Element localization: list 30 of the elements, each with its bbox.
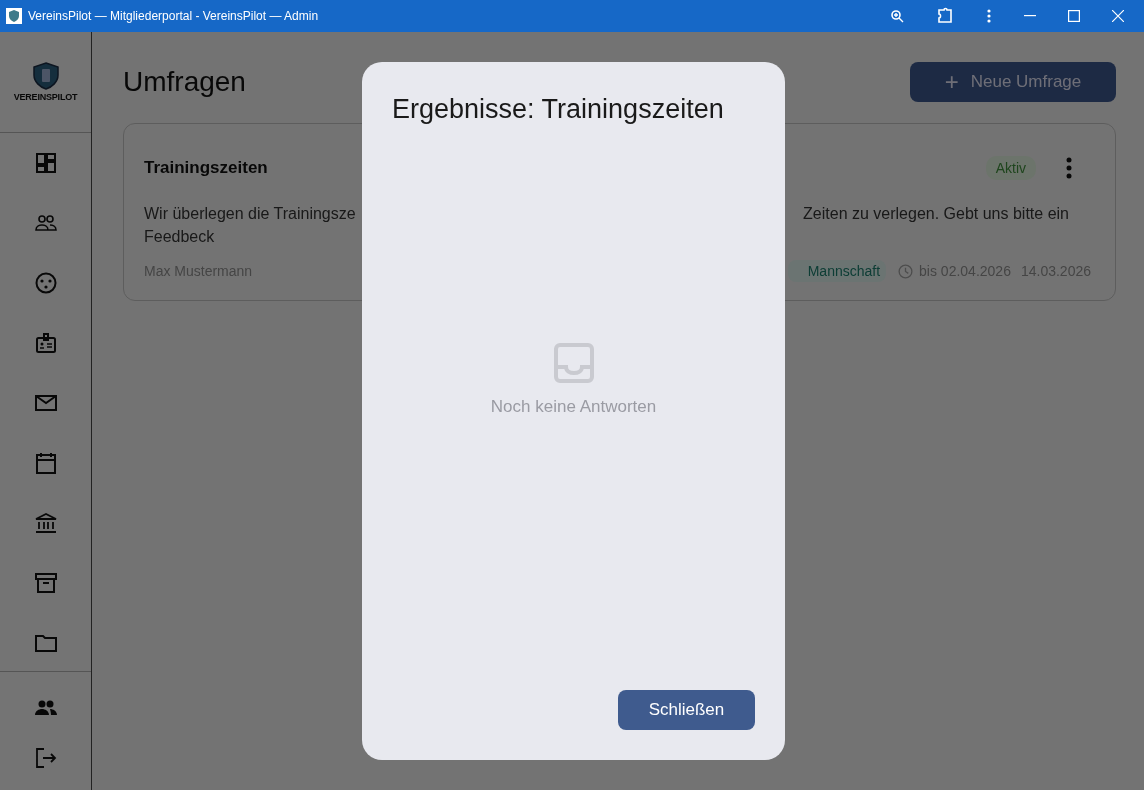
circle-dots-icon[interactable] [33,271,58,295]
logout-icon[interactable] [33,746,58,770]
bank-icon[interactable] [33,511,58,535]
team-tag: Mannschaft [787,260,887,282]
dialog-title: Ergebnisse: Trainingszeiten [392,94,725,125]
close-button[interactable]: Schließen [618,690,755,730]
minimize-icon[interactable] [1024,15,1036,17]
poll-title: Trainingszeiten [144,158,268,178]
new-poll-button[interactable]: + Neue Umfrage [910,62,1116,102]
calendar-icon[interactable] [33,451,58,475]
maximize-icon[interactable] [1068,10,1080,22]
empty-state-text: Noch keine Antworten [490,396,657,417]
logo-text: VEREINSPILOT [13,92,78,102]
description-text: Feedbeck [144,227,216,247]
zoom-icon[interactable] [890,9,904,23]
window-title: VereinsPilot — Mitgliederportal - VereinsPilot — Admin [28,9,319,23]
status-badge: Aktiv [985,156,1036,180]
shield-logo-icon [31,62,60,90]
description-text: Zeiten zu verlegen. Gebt uns bitte ein [803,204,1069,224]
more-icon[interactable] [986,8,992,24]
app-icon [6,8,22,24]
page-title: Umfragen [123,66,246,98]
close-icon[interactable] [1112,10,1124,22]
clock-icon [898,263,914,279]
description-text: Wir überlegen die Trainingsze [144,204,356,224]
id-badge-icon[interactable] [33,331,58,355]
more-icon[interactable] [1066,157,1072,179]
puzzle-icon[interactable] [936,7,954,25]
archive-icon[interactable] [33,571,58,595]
dashboard-icon[interactable] [33,151,58,175]
